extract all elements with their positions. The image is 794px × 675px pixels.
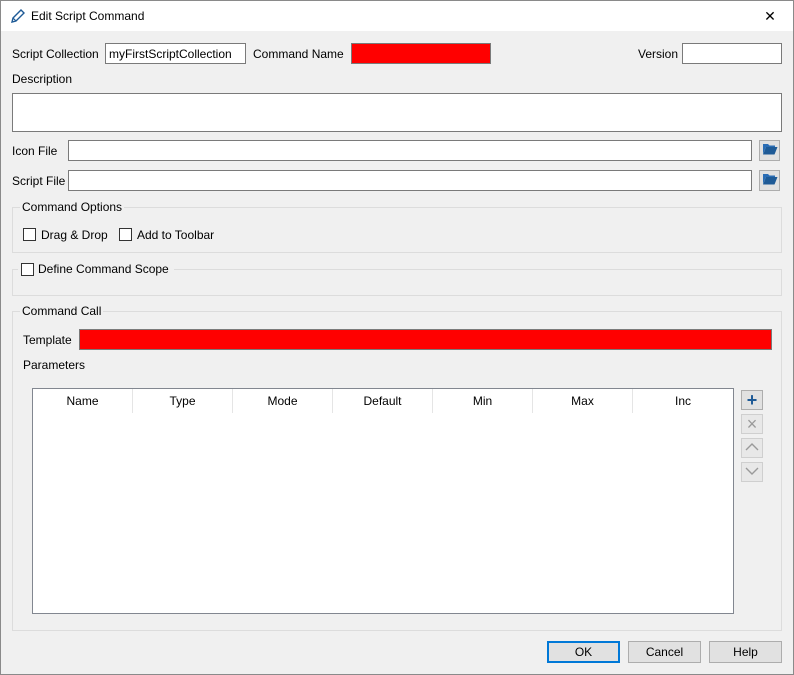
- pencil-icon: [10, 8, 26, 24]
- command-options-title: Command Options: [20, 200, 125, 214]
- command-name-input[interactable]: [351, 43, 491, 64]
- script-file-input[interactable]: [68, 170, 752, 191]
- add-to-toolbar-checkbox[interactable]: [119, 228, 132, 241]
- icon-file-browse-button[interactable]: [759, 140, 780, 161]
- title-bar: Edit Script Command ✕: [1, 1, 793, 31]
- parameters-table[interactable]: Name Type Mode Default Min Max Inc: [32, 388, 734, 614]
- script-file-browse-button[interactable]: [759, 170, 780, 191]
- template-label: Template: [23, 333, 72, 347]
- move-up-button[interactable]: [741, 438, 763, 458]
- help-button[interactable]: Help: [709, 641, 782, 663]
- chevron-down-icon: [745, 465, 759, 479]
- folder-open-icon: [762, 172, 778, 189]
- template-input[interactable]: [79, 329, 772, 350]
- remove-parameter-button[interactable]: ×: [741, 414, 763, 434]
- remove-icon: ×: [746, 414, 758, 434]
- parameters-label: Parameters: [23, 358, 86, 372]
- command-call-title: Command Call: [20, 304, 104, 318]
- column-header-inc[interactable]: Inc: [633, 389, 733, 413]
- ok-button[interactable]: OK: [547, 641, 620, 663]
- drag-drop-checkbox[interactable]: [23, 228, 36, 241]
- description-textarea[interactable]: [12, 93, 782, 132]
- version-label: Version: [638, 47, 679, 61]
- chevron-up-icon: [745, 441, 759, 455]
- cancel-button[interactable]: Cancel: [628, 641, 701, 663]
- move-down-button[interactable]: [741, 462, 763, 482]
- define-command-scope-label: Define Command Scope: [38, 262, 169, 276]
- description-label: Description: [12, 72, 73, 86]
- script-file-label: Script File: [12, 174, 66, 188]
- column-header-max[interactable]: Max: [533, 389, 633, 413]
- folder-open-icon: [762, 142, 778, 159]
- script-collection-input[interactable]: myFirstScriptCollection: [105, 43, 246, 64]
- version-input[interactable]: [682, 43, 782, 64]
- define-command-scope-checkbox[interactable]: [21, 263, 34, 276]
- add-parameter-button[interactable]: +: [741, 390, 763, 410]
- plus-icon: +: [746, 390, 758, 410]
- edit-script-command-dialog: Edit Script Command ✕ Script Collection …: [0, 0, 794, 675]
- column-header-min[interactable]: Min: [433, 389, 533, 413]
- column-header-type[interactable]: Type: [133, 389, 233, 413]
- add-to-toolbar-label: Add to Toolbar: [137, 228, 215, 242]
- close-icon: ✕: [764, 7, 776, 24]
- parameters-table-header: Name Type Mode Default Min Max Inc: [33, 389, 733, 413]
- drag-drop-label: Drag & Drop: [41, 228, 108, 242]
- icon-file-input[interactable]: [68, 140, 752, 161]
- icon-file-label: Icon File: [12, 144, 58, 158]
- script-collection-label: Script Collection: [12, 47, 99, 61]
- column-header-default[interactable]: Default: [333, 389, 433, 413]
- command-name-label: Command Name: [253, 47, 344, 61]
- column-header-name[interactable]: Name: [33, 389, 133, 413]
- window-title: Edit Script Command: [31, 9, 145, 23]
- column-header-mode[interactable]: Mode: [233, 389, 333, 413]
- close-button[interactable]: ✕: [747, 1, 793, 31]
